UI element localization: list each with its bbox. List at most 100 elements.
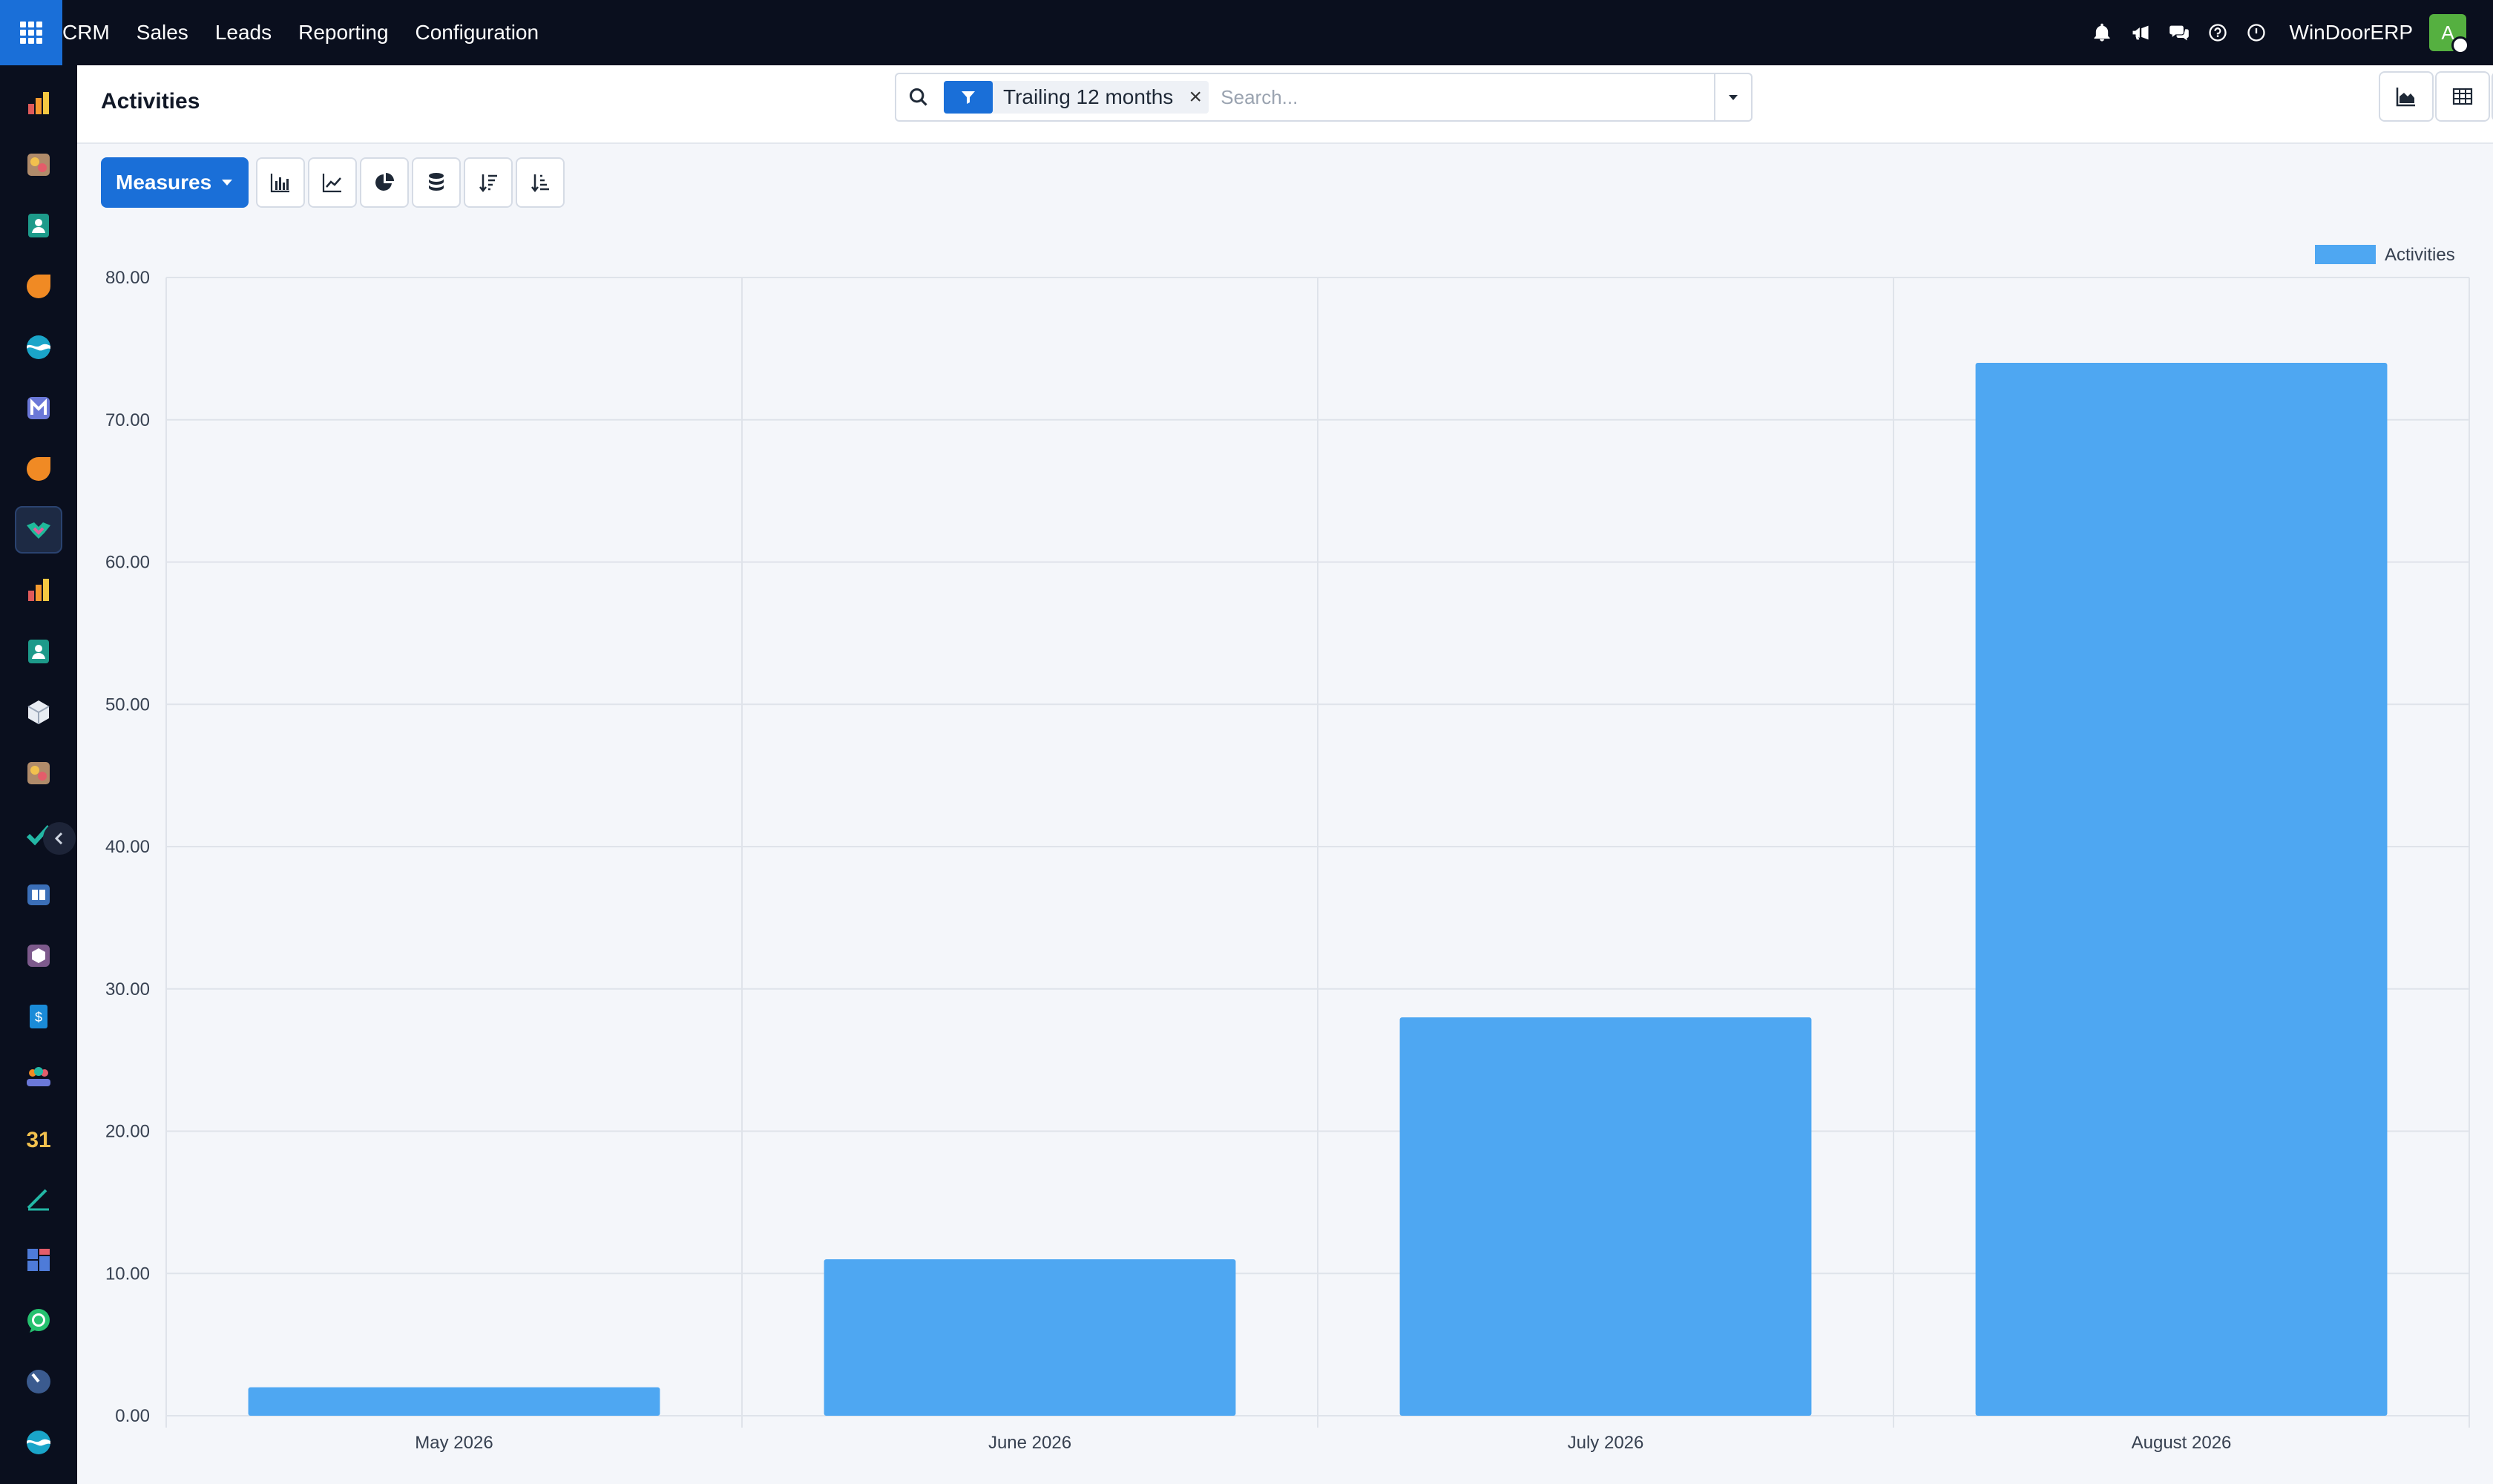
clock-icon[interactable]	[2245, 22, 2267, 44]
megaphone-icon[interactable]	[2129, 22, 2152, 44]
y-tick-label: 30.00	[105, 979, 150, 999]
top-navbar: CRM Sales Leads Reporting Configuration …	[0, 0, 2493, 65]
activities-bar-chart: 0.00 10.00 20.00 30.00 40.00 50.00 60.00 70.00 8…	[105, 245, 2470, 1453]
sidebar-collapse-button[interactable]	[43, 822, 76, 855]
sort-descending-icon	[479, 174, 498, 193]
bar-chart-app-icon	[28, 92, 49, 114]
y-tick-label: 60.00	[105, 553, 150, 573]
bar-chart-app-icon	[28, 579, 49, 601]
sidebar-app-timesheets[interactable]	[15, 1358, 62, 1405]
bell-icon[interactable]	[2091, 22, 2113, 44]
table-grid-icon	[2452, 88, 2473, 105]
book-app-icon	[27, 884, 50, 905]
gauge-app-icon	[27, 1370, 50, 1393]
sidebar-app-crm-active[interactable]	[15, 506, 62, 554]
sort-ascending-icon	[531, 174, 550, 193]
sidebar-app-contacts[interactable]	[15, 202, 62, 249]
menu-configuration[interactable]: Configuration	[416, 21, 539, 45]
chat-icon[interactable]	[2168, 22, 2190, 44]
y-tick-label: 10.00	[105, 1264, 150, 1284]
help-icon[interactable]	[2207, 22, 2229, 44]
top-menu: CRM Sales Leads Reporting Configuration	[62, 0, 565, 65]
bar-june-2026	[824, 1259, 1236, 1416]
company-name[interactable]: WinDoorERP	[2290, 21, 2413, 45]
box-app-icon	[27, 945, 50, 967]
user-avatar[interactable]: A	[2429, 14, 2469, 54]
page-title: Activities	[101, 89, 200, 114]
pen-app-icon	[27, 1189, 49, 1211]
svg-text:$: $	[35, 1010, 42, 1025]
sidebar-app-knowledge[interactable]	[15, 871, 62, 919]
systray: WinDoorERP A	[2075, 0, 2469, 65]
stacked-toggle-button[interactable]	[412, 157, 462, 208]
sidebar-app-sales[interactable]	[15, 324, 62, 371]
handshake-app-icon	[27, 522, 50, 539]
control-panel: Activities Trailing 12 months ×	[77, 65, 2493, 144]
measures-label: Measures	[116, 171, 212, 194]
svg-text:31: 31	[26, 1128, 50, 1152]
filter-funnel-icon	[944, 81, 993, 114]
calendar-31-icon: 31	[26, 1128, 50, 1152]
search-options-toggle[interactable]	[1714, 74, 1751, 120]
pivot-view-button[interactable]	[2435, 71, 2490, 122]
bar-may-2026	[248, 1387, 660, 1416]
wave-app-icon	[27, 1431, 50, 1454]
apps-menu-button[interactable]	[0, 0, 62, 65]
bar-chart-icon	[271, 174, 290, 193]
legend-label: Activities	[2385, 245, 2455, 265]
measures-dropdown-button[interactable]: Measures	[101, 157, 249, 208]
x-category-label: May 2026	[415, 1433, 493, 1453]
menu-sales[interactable]: Sales	[137, 21, 188, 45]
x-category-label: July 2026	[1568, 1433, 1644, 1453]
sidebar-app-website[interactable]	[15, 1236, 62, 1284]
menu-reporting[interactable]: Reporting	[298, 21, 388, 45]
bar-chart-mode-button[interactable]	[256, 157, 306, 208]
whatsapp-icon	[27, 1309, 50, 1333]
bar-july-2026	[1399, 1017, 1812, 1416]
caret-down-icon	[1729, 95, 1738, 100]
line-chart-mode-button[interactable]	[308, 157, 358, 208]
pie-chart-icon	[375, 173, 395, 191]
sidebar-app-invoicing[interactable]: $	[15, 993, 62, 1040]
sidebar-app-dashboard[interactable]	[15, 80, 62, 128]
sidebar-app-team[interactable]	[15, 1054, 62, 1101]
y-tick-label: 20.00	[105, 1122, 150, 1142]
app-name-link[interactable]: CRM	[62, 21, 110, 45]
email-marketing-icon	[27, 397, 50, 419]
menu-leads[interactable]: Leads	[215, 21, 272, 45]
sidebar-app-calendar[interactable]: 31	[15, 1114, 62, 1162]
sidebar-app-employees[interactable]	[15, 628, 62, 675]
leads-drop-icon	[27, 457, 50, 481]
database-stack-icon	[429, 173, 444, 191]
sidebar-app-reporting[interactable]	[15, 567, 62, 614]
search-bar: Trailing 12 months ×	[895, 73, 1753, 122]
sort-ascending-button[interactable]	[516, 157, 565, 208]
sidebar-app-crm[interactable]	[15, 263, 62, 310]
sidebar-app-discuss[interactable]	[15, 141, 62, 188]
x-category-label: August 2026	[2132, 1433, 2232, 1453]
line-chart-icon	[323, 174, 342, 193]
dashboard-blocks-icon	[27, 1249, 50, 1271]
discuss-app-icon	[27, 154, 50, 176]
filter-facet[interactable]: Trailing 12 months ×	[944, 81, 1209, 114]
sidebar-app-products[interactable]	[15, 932, 62, 979]
sidebar-app-inventory[interactable]	[15, 689, 62, 736]
legend-swatch	[2315, 245, 2376, 264]
sort-descending-button[interactable]	[464, 157, 513, 208]
sidebar-app-planning[interactable]	[15, 749, 62, 797]
crm-drop-icon	[27, 275, 50, 298]
sidebar-app-email[interactable]	[15, 384, 62, 432]
search-icon[interactable]	[896, 74, 941, 120]
filter-facet-label: Trailing 12 months	[1003, 85, 1174, 108]
wave-app-icon	[27, 335, 50, 359]
pie-chart-mode-button[interactable]	[360, 157, 410, 208]
graph-view-button[interactable]	[2379, 71, 2434, 122]
search-input[interactable]	[1209, 75, 1714, 119]
y-tick-label: 70.00	[105, 410, 150, 430]
remove-filter-icon[interactable]: ×	[1182, 81, 1209, 114]
sidebar-app-whatsapp[interactable]	[15, 1297, 62, 1345]
sidebar-app-sign[interactable]	[15, 1175, 62, 1223]
sidebar-app-marketing[interactable]	[15, 1419, 62, 1466]
team-app-icon	[27, 1067, 50, 1086]
sidebar-app-leads[interactable]	[15, 445, 62, 493]
